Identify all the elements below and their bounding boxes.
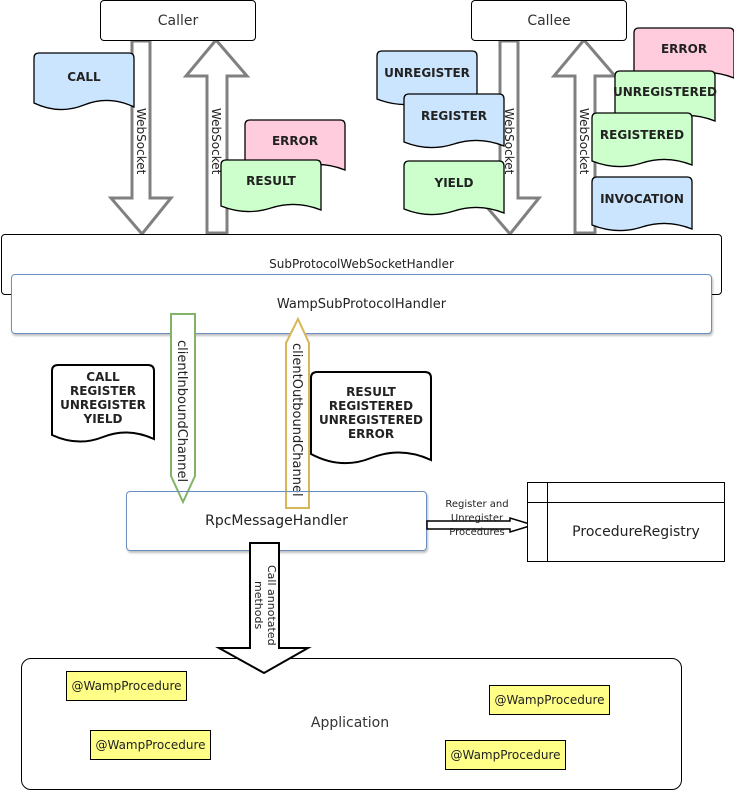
- call-arrow-layer: [215, 542, 312, 675]
- call-annotated-methods-label: Call annotated methods: [252, 565, 278, 646]
